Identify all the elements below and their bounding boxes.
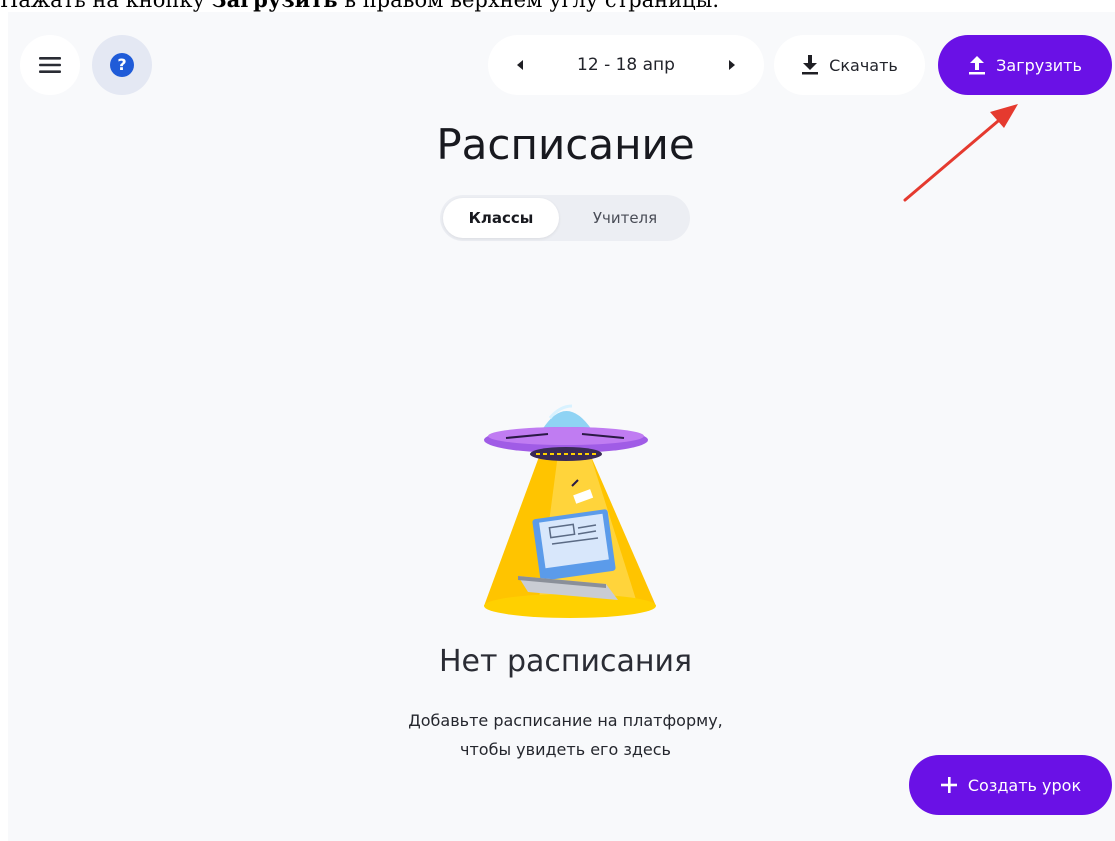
empty-state-title: Нет расписания	[438, 644, 693, 679]
caption-prefix: Нажать на кнопку	[0, 0, 212, 12]
schedule-app: ? 12 - 18 апр Скачать Загрузить Расписан…	[8, 12, 1115, 841]
ufo-illustration	[478, 394, 658, 628]
tab-teachers[interactable]: Учителя	[565, 198, 685, 238]
empty-state-description-line1: Добавьте расписание на платформу,	[408, 711, 723, 730]
create-lesson-button[interactable]: Создать урок	[909, 755, 1112, 815]
instruction-caption: Нажать на кнопку Загрузить в правом верх…	[0, 0, 1115, 12]
tab-classes[interactable]: Классы	[443, 198, 559, 238]
plus-icon	[940, 776, 958, 794]
caption-bold: Загрузить	[212, 0, 338, 12]
create-lesson-label: Создать урок	[967, 775, 1082, 795]
caption-suffix: в правом верхнем углу страницы.	[337, 0, 720, 12]
tabs-segmented-control: Классы Учителя	[440, 195, 690, 241]
page-title: Расписание	[436, 120, 695, 169]
